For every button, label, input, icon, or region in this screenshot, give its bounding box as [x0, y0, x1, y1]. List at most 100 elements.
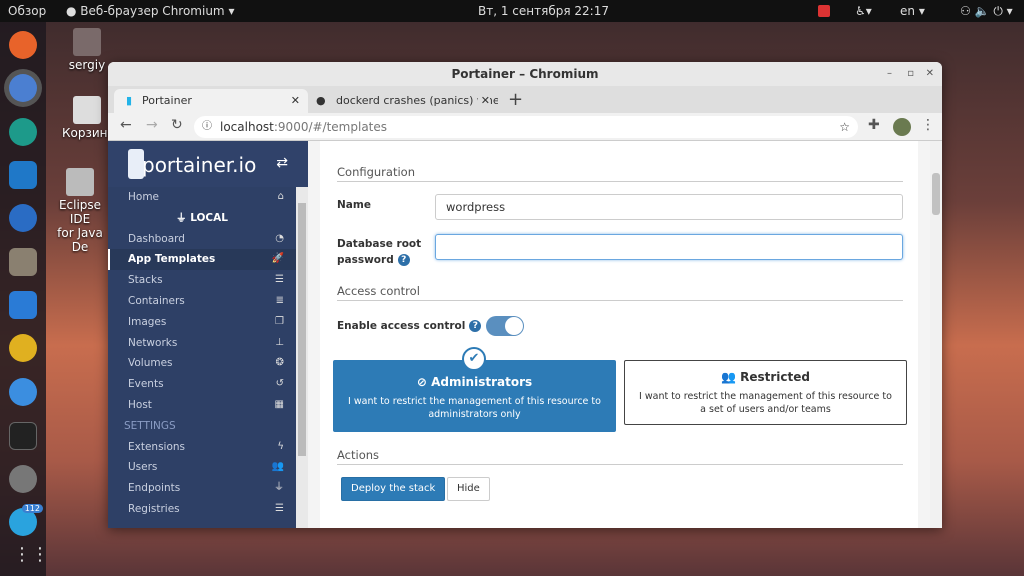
bolt-icon: ϟ	[277, 440, 284, 452]
help-icon[interactable]	[9, 378, 37, 406]
tab-portainer[interactable]: ▮ Portainer ✕	[114, 89, 308, 113]
settings-icon[interactable]	[9, 465, 37, 493]
template-form-panel: Configuration Name wordpress Database ro…	[320, 141, 918, 528]
sidebar-item-host[interactable]: Host ▦	[108, 395, 296, 416]
remote-desktop-icon[interactable]	[9, 118, 37, 146]
sidebar-item-dashboard[interactable]: Dashboard ◔	[108, 229, 296, 250]
portainer-logo[interactable]: portainer.io ⇄	[108, 141, 308, 187]
desktop-eclipse[interactable]: Eclipse IDE for Java De	[50, 168, 110, 254]
sidebar-menu: Home ⌂ ⏚ LOCAL Dashboard ◔ App Templates 🚀 …	[108, 187, 296, 528]
trash-icon	[73, 96, 101, 124]
section-configuration: Configuration	[337, 165, 903, 182]
reload-button[interactable]: ↻	[171, 117, 183, 133]
github-favicon-icon: ●	[316, 94, 326, 107]
option-restricted[interactable]: 👥 Restricted I want to restrict the mana…	[624, 360, 907, 425]
enable-access-control-label: Enable access control?	[337, 320, 482, 332]
files-icon[interactable]	[9, 248, 37, 276]
sidebar-item-stacks[interactable]: Stacks ☰	[108, 270, 296, 291]
app-menu[interactable]: ● Веб-браузер Chromium ▾	[66, 4, 234, 18]
info-icon: ⓘ	[202, 121, 212, 132]
telegram-icon[interactable]: 112	[9, 504, 43, 536]
unread-badge: 112	[21, 504, 43, 513]
sidebar-item-volumes[interactable]: Volumes ❂	[108, 353, 296, 374]
folder-icon	[73, 28, 101, 56]
sidebar-item-home[interactable]: Home ⌂	[108, 187, 296, 208]
main-content: Configuration Name wordpress Database ro…	[308, 141, 942, 528]
firefox-icon[interactable]	[9, 31, 37, 59]
page-scrollbar[interactable]	[930, 141, 942, 528]
plug-icon: ⏚	[274, 482, 284, 494]
bookmark-star-icon[interactable]: ☆	[839, 116, 850, 138]
access-control-toggle[interactable]	[486, 316, 524, 336]
sidebar-item-app-templates[interactable]: App Templates 🚀	[108, 249, 296, 271]
desktop-home-folder[interactable]: sergiy	[62, 28, 112, 72]
dock: 112 ⋮⋮	[0, 22, 49, 576]
tab-github[interactable]: ● dockerd crashes (panics) whe ✕	[308, 89, 498, 113]
settings-header: SETTINGS	[124, 419, 176, 432]
deploy-stack-button[interactable]: Deploy the stack	[341, 477, 446, 501]
close-tab-icon[interactable]: ✕	[291, 89, 300, 113]
profile-avatar[interactable]	[893, 118, 911, 136]
new-tab-button[interactable]: +	[508, 89, 523, 110]
cubes-icon: ❂	[275, 357, 284, 369]
terminal-icon[interactable]	[9, 422, 37, 450]
forward-button[interactable]: →	[146, 117, 158, 133]
scrollbar-thumb[interactable]	[298, 203, 306, 456]
history-icon: ↺	[275, 378, 284, 390]
images-icon: ❐	[275, 315, 284, 327]
tab-strip: ▮ Portainer ✕ ● dockerd crashes (panics) wh…	[108, 86, 942, 113]
db-password-label: Database root password?	[337, 238, 422, 266]
db-password-input[interactable]	[435, 234, 903, 260]
logo-crane-icon	[128, 149, 144, 179]
close-window-button[interactable]: ✕	[926, 62, 934, 86]
minimize-button[interactable]: –	[887, 62, 892, 86]
menu-icon[interactable]: ⋮	[921, 117, 935, 133]
help-icon[interactable]: ?	[397, 254, 410, 266]
show-apps-icon[interactable]: ⋮⋮	[13, 544, 49, 565]
clock[interactable]: Вт, 1 сентября 22:17	[478, 4, 609, 18]
maximize-button[interactable]: ▫	[907, 62, 914, 86]
sidebar-item-images[interactable]: Images ❐	[108, 312, 296, 333]
scrollbar-thumb[interactable]	[932, 173, 940, 215]
rhythmbox-icon[interactable]	[9, 334, 37, 362]
eclipse-icon	[66, 168, 94, 196]
sidebar-item-networks[interactable]: Networks ⊥	[108, 333, 296, 354]
sidebar-item-endpoints[interactable]: Endpoints ⏚	[108, 478, 296, 499]
grid-icon: ▦	[274, 398, 284, 410]
selected-check-icon: ✔	[462, 347, 486, 371]
system-top-bar: Обзор ● Веб-браузер Chromium ▾ Вт, 1 сен…	[0, 0, 1024, 22]
activities-button[interactable]: Обзор	[8, 4, 46, 18]
thunderbird-icon[interactable]	[9, 204, 37, 232]
sidebar: portainer.io ⇄ Home ⌂ ⏚ LOCAL Dashboard ◔ A…	[108, 141, 308, 528]
sidebar-item-events[interactable]: Events ↺	[108, 374, 296, 395]
calendar-indicator-icon[interactable]	[818, 5, 830, 17]
dashboard-icon: ◔	[275, 232, 284, 244]
address-bar[interactable]: ⓘ localhost:9000/#/templates ☆	[194, 116, 858, 138]
option-administrators[interactable]: ✔ ⊘ Administrators I want to restrict th…	[333, 347, 616, 432]
window-titlebar: Portainer – Chromium – ▫ ✕	[108, 62, 942, 86]
close-tab-icon[interactable]: ✕	[477, 89, 490, 113]
section-access-control: Access control	[337, 284, 903, 301]
language-selector[interactable]: en ▾	[900, 4, 925, 18]
endpoint-header: ⏚ LOCAL	[176, 211, 228, 224]
sidebar-item-registries[interactable]: Registries ☰	[108, 499, 296, 520]
desktop-trash[interactable]: Корзина	[62, 96, 115, 140]
section-actions: Actions	[337, 448, 903, 465]
writer-icon[interactable]	[9, 291, 37, 319]
sidebar-item-users[interactable]: Users 👥	[108, 457, 296, 478]
sitemap-icon: ⊥	[275, 336, 284, 348]
accessibility-icon[interactable]: ♿▾	[855, 4, 872, 18]
system-menu-icon[interactable]: ⚇ 🔈 ⏻ ▾	[960, 4, 1013, 19]
chromium-icon[interactable]	[9, 74, 37, 102]
sidebar-item-extensions[interactable]: Extensions ϟ	[108, 437, 296, 458]
sidebar-item-containers[interactable]: Containers ≣	[108, 291, 296, 312]
toggle-sidebar-icon[interactable]: ⇄	[276, 155, 288, 171]
sidebar-scrollbar[interactable]	[296, 187, 308, 528]
extensions-icon[interactable]: ✚	[868, 117, 880, 133]
name-input[interactable]: wordpress	[435, 194, 903, 220]
back-button[interactable]: ←	[120, 117, 132, 133]
hide-button[interactable]: Hide	[447, 477, 490, 501]
eye-slash-icon: ⊘	[416, 375, 432, 389]
help-icon[interactable]: ?	[469, 320, 482, 332]
vscode-icon[interactable]	[9, 161, 37, 189]
